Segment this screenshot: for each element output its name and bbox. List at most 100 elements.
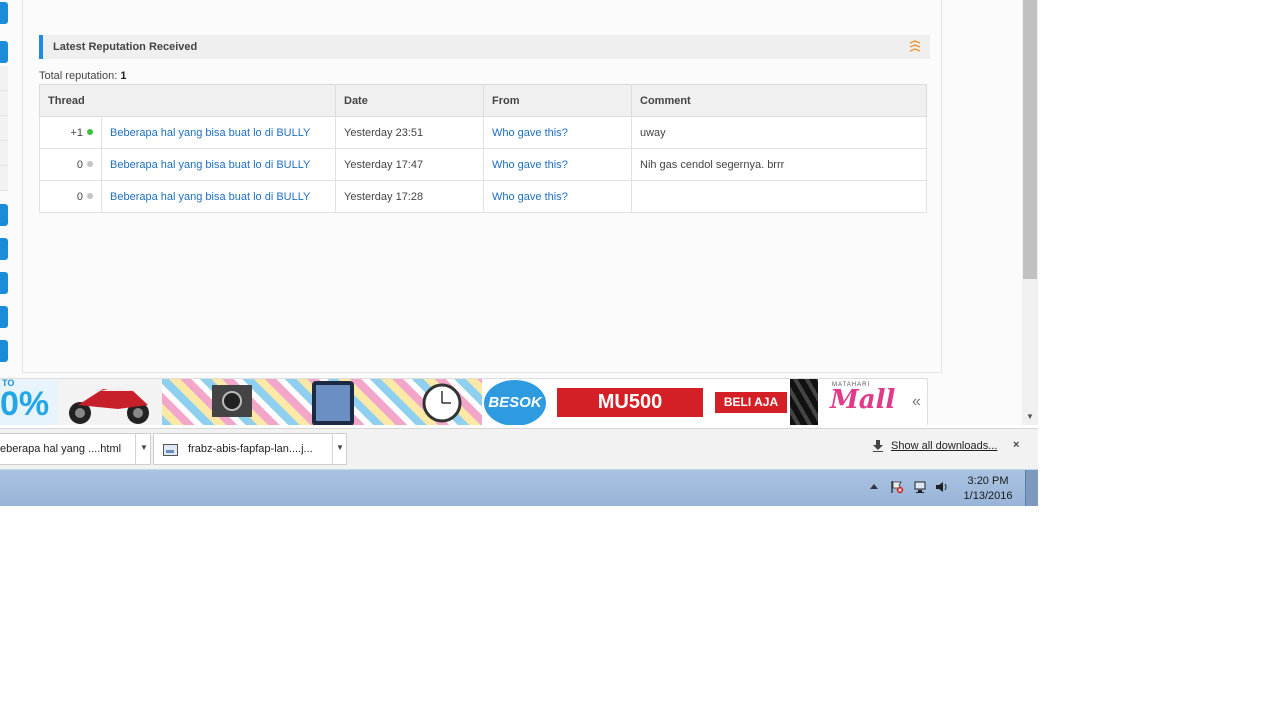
- download-separator: [135, 434, 136, 464]
- points-value: 0: [76, 158, 83, 171]
- download-bar: eberapa hal yang ....html ▼ frabz-abis-f…: [0, 428, 1038, 470]
- table-row: +1 Beberapa hal yang bisa buat lo di BUL…: [39, 116, 927, 149]
- points-value: 0: [76, 190, 83, 203]
- thread-cell: Beberapa hal yang bisa buat lo di BULLY: [101, 116, 336, 149]
- column-header-comment[interactable]: Comment: [631, 84, 927, 117]
- date-cell: Yesterday 17:47: [335, 148, 484, 181]
- points-cell: +1: [39, 116, 102, 149]
- ad-motorbike-image: [58, 379, 162, 425]
- column-header-from[interactable]: From: [483, 84, 632, 117]
- tray-expand-icon[interactable]: [870, 484, 878, 489]
- reputation-table: Thread Date From Comment +1 Beberapa hal…: [39, 84, 927, 213]
- thread-link[interactable]: Beberapa hal yang bisa buat lo di BULLY: [110, 127, 310, 139]
- status-dot-icon: [87, 160, 93, 167]
- ad-collapse-icon[interactable]: «: [912, 393, 921, 411]
- download-separator: [332, 434, 333, 464]
- network-icon[interactable]: [913, 480, 927, 494]
- download-item[interactable]: eberapa hal yang ....html ▼: [0, 433, 151, 465]
- table-row: 0 Beberapa hal yang bisa buat lo di BULL…: [39, 180, 927, 213]
- ad-product-collage: [162, 379, 482, 425]
- rail-tab[interactable]: [0, 272, 8, 294]
- vertical-scrollbar[interactable]: ▼: [1022, 0, 1038, 425]
- thread-cell: Beberapa hal yang bisa buat lo di BULLY: [101, 180, 336, 213]
- thread-cell: Beberapa hal yang bisa buat lo di BULLY: [101, 148, 336, 181]
- motorbike-icon: [69, 387, 149, 424]
- left-sidebar-rail: [0, 0, 8, 425]
- section-header: Latest Reputation Received: [39, 35, 930, 59]
- table-row: 0 Beberapa hal yang bisa buat lo di BULL…: [39, 148, 927, 181]
- collapse-icon[interactable]: [908, 39, 922, 53]
- ad-percent-value: 0%: [0, 385, 50, 423]
- rail-cell: [0, 141, 8, 166]
- ad-besok-text: BESOK: [484, 380, 546, 425]
- rail-tab[interactable]: [0, 340, 8, 362]
- thread-link[interactable]: Beberapa hal yang bisa buat lo di BULLY: [110, 159, 310, 171]
- taskbar: 3:20 PM 1/13/2016: [0, 469, 1038, 506]
- ad-promo-code: MU500: [557, 388, 703, 417]
- rail-cell: [0, 91, 8, 116]
- clock-time: 3:20 PM: [967, 475, 1009, 487]
- from-link[interactable]: Who gave this?: [492, 159, 568, 171]
- from-cell: Who gave this?: [483, 148, 632, 181]
- download-filename: frabz-abis-fapfap-lan....j...: [188, 443, 313, 455]
- comment-cell: Nih gas cendol segernya. brrr: [631, 148, 927, 181]
- rail-tab[interactable]: [0, 238, 8, 260]
- clock-date: 1/13/2016: [963, 490, 1013, 502]
- from-cell: Who gave this?: [483, 116, 632, 149]
- ad-besok-badge: BESOK: [484, 379, 546, 425]
- scrollbar-thumb[interactable]: [1023, 0, 1037, 279]
- ad-brand-logo: MATAHARI Mall: [824, 379, 900, 425]
- total-reputation-label: Total reputation:: [39, 70, 118, 82]
- chevron-down-icon[interactable]: ▼: [336, 443, 344, 452]
- status-dot-icon: [87, 192, 93, 199]
- total-reputation: Total reputation: 1: [39, 70, 126, 82]
- reputation-panel: Latest Reputation Received Total reputat…: [22, 0, 942, 373]
- thread-link[interactable]: Beberapa hal yang bisa buat lo di BULLY: [110, 191, 310, 203]
- from-cell: Who gave this?: [483, 180, 632, 213]
- download-filename: eberapa hal yang ....html: [0, 443, 122, 455]
- screen: Latest Reputation Received Total reputat…: [0, 0, 1038, 506]
- ad-buy-button[interactable]: BELI AJA: [715, 392, 787, 413]
- ad-banner[interactable]: TO 0% BESOK MU500 BELI AJA MATAHARI Mall…: [0, 378, 928, 425]
- comment-cell: [631, 180, 927, 213]
- action-center-flag-icon[interactable]: [890, 480, 904, 494]
- rail-cell: [0, 116, 8, 141]
- image-file-icon: [163, 444, 178, 456]
- collapse-icon-graphic: [909, 40, 921, 52]
- system-clock[interactable]: 3:20 PM 1/13/2016: [960, 474, 1016, 504]
- browser-viewport: Latest Reputation Received Total reputat…: [0, 0, 1022, 425]
- points-cell: 0: [39, 180, 102, 213]
- from-link[interactable]: Who gave this?: [492, 191, 568, 203]
- from-link[interactable]: Who gave this?: [492, 127, 568, 139]
- ad-brand-word: Mall: [830, 385, 896, 415]
- rail-tab[interactable]: [0, 2, 8, 24]
- download-item[interactable]: frabz-abis-fapfap-lan....j... ▼: [153, 433, 347, 465]
- product-collage-graphic: [212, 381, 462, 425]
- section-title: Latest Reputation Received: [53, 41, 198, 53]
- status-dot-icon: [87, 128, 93, 135]
- total-reputation-value: 1: [120, 70, 127, 82]
- ad-pattern-strip: [790, 379, 818, 425]
- ad-percent-prefix: TO: [2, 379, 15, 388]
- date-cell: Yesterday 17:28: [335, 180, 484, 213]
- rail-tab[interactable]: [0, 204, 8, 226]
- close-icon[interactable]: ×: [1013, 439, 1019, 451]
- column-header-thread[interactable]: Thread: [39, 84, 336, 117]
- ad-discount-percent: TO 0%: [0, 379, 58, 425]
- comment-cell: uway: [631, 116, 927, 149]
- points-cell: 0: [39, 148, 102, 181]
- points-value: +1: [70, 126, 83, 139]
- rail-tab[interactable]: [0, 41, 8, 63]
- show-desktop-button[interactable]: [1025, 470, 1038, 506]
- column-header-date[interactable]: Date: [335, 84, 484, 117]
- date-cell: Yesterday 23:51: [335, 116, 484, 149]
- rail-cell: [0, 166, 8, 191]
- download-arrow-icon: [873, 440, 883, 452]
- rail-cell: [0, 66, 8, 91]
- scroll-down-arrow-icon[interactable]: ▼: [1025, 412, 1035, 422]
- chevron-down-icon[interactable]: ▼: [140, 443, 148, 452]
- volume-icon[interactable]: [935, 480, 949, 494]
- show-all-downloads-link[interactable]: Show all downloads...: [891, 440, 997, 452]
- table-header-row: Thread Date From Comment: [39, 84, 927, 117]
- rail-tab[interactable]: [0, 306, 8, 328]
